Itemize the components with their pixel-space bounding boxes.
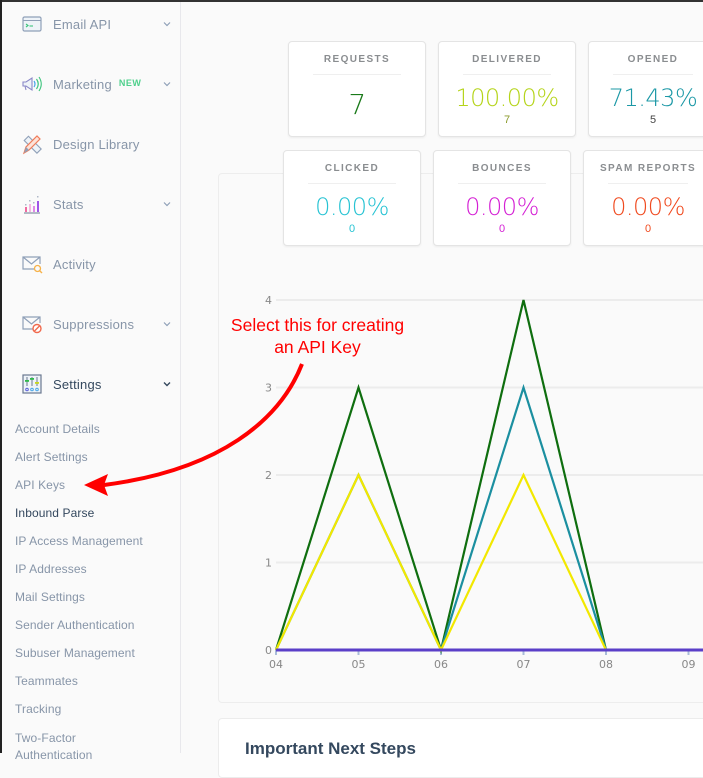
annotation-line-2: an API Key	[200, 336, 435, 358]
annotation-line-1: Select this for creating	[200, 314, 435, 336]
annotation-text: Select this for creating an API Key	[200, 314, 435, 358]
annotation-arrow	[0, 0, 703, 753]
